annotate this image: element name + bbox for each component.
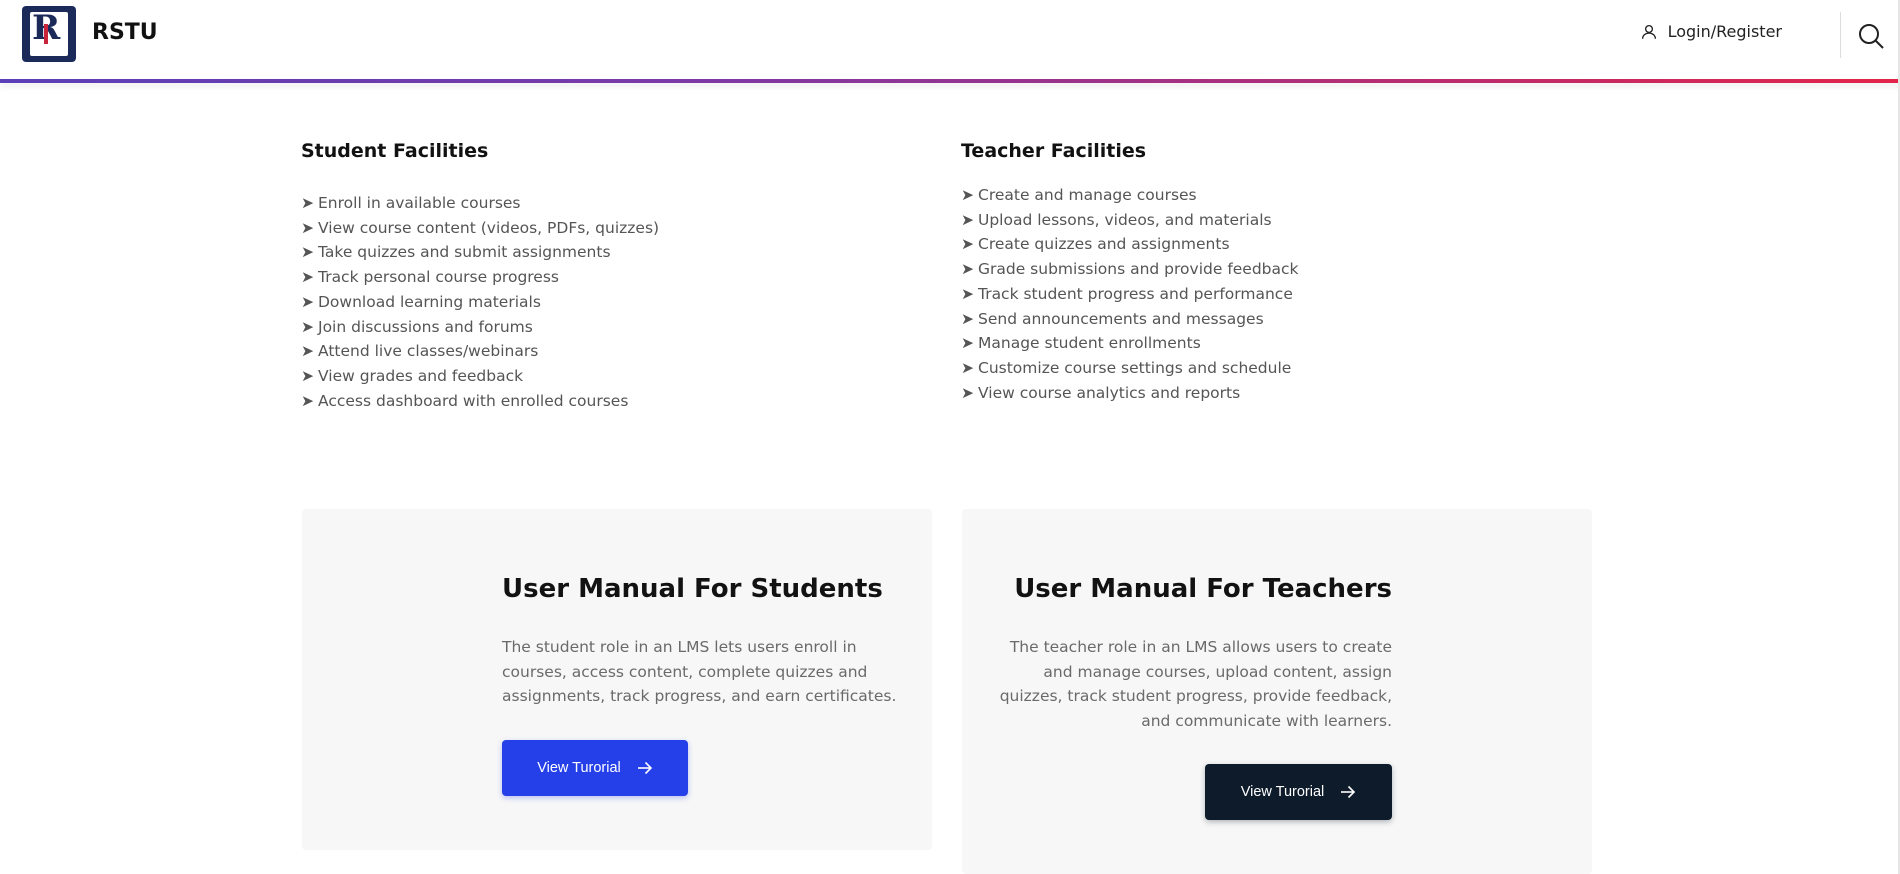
- student-facility-list-item: ➤ Download learning materials: [301, 290, 659, 315]
- student-facility-item-text: Attend live classes/webinars: [318, 342, 539, 361]
- student-facility-list-item: ➤ Attend live classes/webinars: [301, 339, 659, 364]
- brand-name[interactable]: RSTU: [92, 20, 158, 45]
- site-logo[interactable]: R: [22, 6, 76, 62]
- teacher-facility-list-item: ➤ Send announcements and messages: [961, 307, 1299, 332]
- teacher-facility-item-text: Track student progress and performance: [978, 284, 1293, 303]
- arrow-right-icon: [1340, 785, 1356, 799]
- student-facilities: Student Facilities ➤ Enroll in available …: [301, 140, 659, 413]
- teacher-facility-list-item: ➤ Customize course settings and schedule: [961, 356, 1299, 381]
- teacher-facilities-title: Teacher Facilities: [961, 140, 1147, 162]
- bullet-arrow-icon: ➤: [301, 243, 314, 262]
- student-facilities-title: Student Facilities: [301, 140, 489, 162]
- student-facility-item-text: Join discussions and forums: [318, 317, 533, 336]
- student-facility-item-text: Enroll in available courses: [318, 194, 521, 212]
- bullet-arrow-icon: ➤: [961, 210, 974, 229]
- bullet-arrow-icon: ➤: [961, 235, 974, 254]
- login-register-link[interactable]: Login/Register: [1640, 22, 1782, 41]
- student-facility-item-text: Track personal course progress: [318, 268, 559, 287]
- student-facility-item-text: Download learning materials: [318, 292, 541, 311]
- logo-accent: [44, 24, 48, 44]
- teacher-facilities-list: ➤ Create and manage courses ➤ Upload lesson…: [961, 183, 1299, 405]
- student-manual-card: User Manual For Students The student rol…: [302, 509, 932, 850]
- teacher-facility-list-item: ➤ Grade submissions and provide feedback: [961, 257, 1299, 282]
- teacher-facility-list-item: ➤ Upload lessons, videos, and materials: [961, 208, 1299, 233]
- search-icon: [1859, 24, 1884, 49]
- bullet-arrow-icon: ➤: [961, 358, 974, 377]
- bullet-arrow-icon: ➤: [961, 186, 974, 204]
- header-divider: [1840, 12, 1841, 58]
- teacher-facility-list-item: ➤ Track student progress and performance: [961, 282, 1299, 307]
- bullet-arrow-icon: ➤: [301, 391, 314, 410]
- student-manual-title: User Manual For Students: [502, 574, 883, 604]
- student-facility-item-text: View course content (videos, PDFs, quizz…: [318, 218, 660, 237]
- bullet-arrow-icon: ➤: [961, 284, 974, 303]
- bullet-arrow-icon: ➤: [301, 366, 314, 385]
- student-facility-list-item: ➤ Track personal course progress: [301, 265, 659, 290]
- student-facility-item-text: View grades and feedback: [318, 366, 524, 385]
- teacher-facilities: Teacher Facilities ➤ Create and manage co…: [961, 140, 1299, 405]
- bullet-arrow-icon: ➤: [961, 260, 974, 279]
- student-view-tutorial-button[interactable]: View Turorial: [502, 740, 688, 796]
- student-facility-item-text: Access dashboard with enrolled courses: [318, 391, 629, 410]
- student-facility-list-item: ➤ Take quizzes and submit assignments: [301, 240, 659, 265]
- bullet-arrow-icon: ➤: [961, 334, 974, 353]
- arrow-right-icon: [637, 761, 653, 775]
- teacher-facility-list-item: ➤ Create quizzes and assignments: [961, 232, 1299, 257]
- teacher-manual-card: User Manual For Teachers The teacher rol…: [962, 509, 1592, 874]
- teacher-view-tutorial-button[interactable]: View Turorial: [1205, 764, 1392, 820]
- bullet-arrow-icon: ➤: [301, 218, 314, 237]
- search-button[interactable]: [1857, 22, 1885, 50]
- student-facility-list-item: ➤ Access dashboard with enrolled courses: [301, 389, 659, 414]
- bullet-arrow-icon: ➤: [301, 317, 314, 336]
- student-facility-list-item: ➤ View course content (videos, PDFs, quiz…: [301, 216, 659, 241]
- site-header: R RSTU Login/Register: [0, 0, 1900, 83]
- teacher-facility-list-item: ➤ Create and manage courses: [961, 183, 1299, 208]
- teacher-facility-item-text: Send announcements and messages: [978, 309, 1264, 328]
- teacher-facility-item-text: View course analytics and reports: [978, 383, 1241, 402]
- header-accent-bar: [0, 79, 1900, 83]
- teacher-manual-title: User Manual For Teachers: [1014, 574, 1392, 604]
- teacher-facility-item-text: Grade submissions and provide feedback: [978, 260, 1299, 279]
- student-manual-description: The student role in an LMS lets users en…: [502, 638, 897, 706]
- teacher-facility-item-text: Create and manage courses: [978, 186, 1197, 204]
- teacher-facility-item-text: Upload lessons, videos, and materials: [978, 210, 1272, 229]
- bullet-arrow-icon: ➤: [301, 268, 314, 287]
- teacher-facility-item-text: Manage student enrollments: [978, 334, 1201, 353]
- login-register-label: Login/Register: [1667, 22, 1782, 41]
- bullet-arrow-icon: ➤: [301, 342, 314, 361]
- student-facilities-list: ➤ Enroll in available courses ➤ View course…: [301, 191, 659, 413]
- student-facility-list-item: ➤ Join discussions and forums: [301, 315, 659, 340]
- teacher-facility-list-item: ➤ View course analytics and reports: [961, 381, 1299, 406]
- bullet-arrow-icon: ➤: [301, 292, 314, 311]
- student-facility-item-text: Take quizzes and submit assignments: [318, 243, 611, 262]
- user-icon: [1640, 23, 1658, 41]
- bullet-arrow-icon: ➤: [961, 383, 974, 402]
- bullet-arrow-icon: ➤: [961, 309, 974, 328]
- teacher-button-label: View Turorial: [1240, 784, 1325, 800]
- bullet-arrow-icon: ➤: [301, 194, 314, 212]
- teacher-facility-item-text: Customize course settings and schedule: [978, 358, 1292, 377]
- teacher-manual-description: The teacher role in an LMS allows users …: [999, 638, 1392, 731]
- teacher-facility-list-item: ➤ Manage student enrollments: [961, 331, 1299, 356]
- student-facility-list-item: ➤ View grades and feedback: [301, 364, 659, 389]
- student-facility-list-item: ➤ Enroll in available courses: [301, 191, 659, 216]
- teacher-facility-item-text: Create quizzes and assignments: [978, 235, 1230, 254]
- student-button-label: View Turorial: [537, 760, 621, 776]
